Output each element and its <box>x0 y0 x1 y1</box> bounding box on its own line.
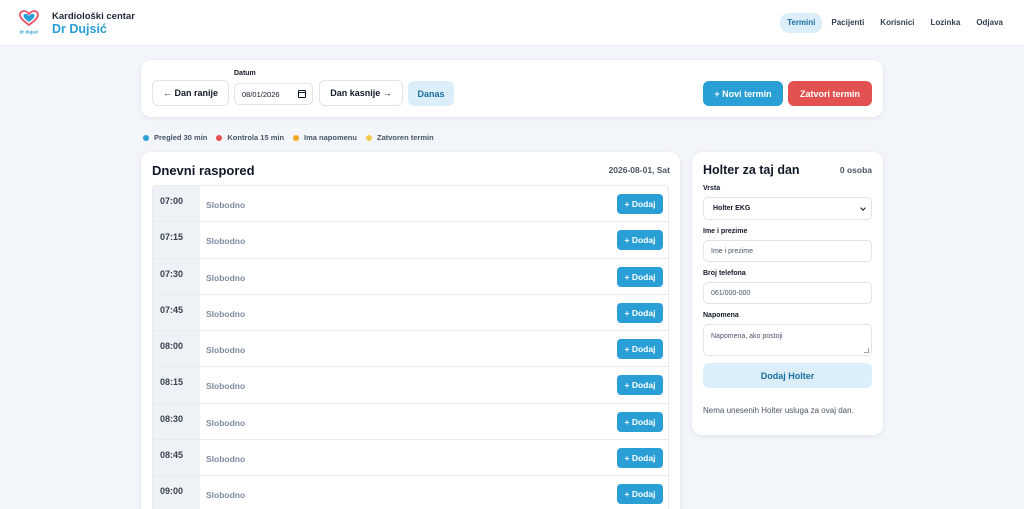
slot-status: Slobodno <box>206 381 246 392</box>
phone-placeholder: 061/000-000 <box>711 289 751 297</box>
slot-time: 08:45 <box>153 440 200 476</box>
slot-time: 07:30 <box>153 258 200 294</box>
slot-time: 08:30 <box>153 403 200 440</box>
date-value: 08/01/2026 <box>242 89 280 99</box>
holter-card: Holter za taj dan 0 osoba Vrsta Holter E… <box>692 152 883 435</box>
date-label: Datum <box>234 70 256 77</box>
slot-time: 09:00 <box>153 476 200 509</box>
date-input[interactable]: 08/01/2026 <box>234 83 313 105</box>
daily-schedule-card: Dnevni raspored 2026-08-01, Sat 07:00 Sl… <box>141 152 680 509</box>
add-slot-button[interactable]: + Dodaj <box>617 266 663 287</box>
time-slot: 08:30 Slobodno + Dodaj <box>153 403 668 441</box>
name-placeholder: Ime i prezime <box>711 247 754 255</box>
slot-status: Slobodno <box>206 454 246 465</box>
holter-empty-message: Nema unesenih Holter usluga za ovaj dan. <box>703 406 854 415</box>
nav-item-korisnici[interactable]: Korisnici <box>873 13 921 33</box>
legend: Pregled 30 min Kontrola 15 min Ima napom… <box>143 133 434 142</box>
name-label: Ime i prezime <box>703 228 748 235</box>
time-slot: 09:00 Slobodno + Dodaj <box>153 476 668 509</box>
legend-item: Zatvoren termin <box>365 133 434 142</box>
schedule-title: Dnevni raspored <box>152 163 255 178</box>
legend-item: Pregled 30 min <box>143 133 207 142</box>
name-input[interactable]: Ime i prezime <box>703 240 872 262</box>
slot-time: 07:15 <box>153 222 200 258</box>
legend-item: Ima napomenu <box>293 133 357 142</box>
slot-status: Slobodno <box>206 490 246 501</box>
holter-count: 0 osoba <box>839 165 872 175</box>
slot-time: 08:00 <box>153 331 200 367</box>
legend-label: Zatvoren termin <box>376 133 434 142</box>
nav-item-pacijenti[interactable]: Pacijenti <box>824 13 871 33</box>
nav-item-odjava[interactable]: Odjava <box>969 13 1010 33</box>
time-slot: 08:00 Slobodno + Dodaj <box>153 331 668 368</box>
time-slot: 07:15 Slobodno + Dodaj <box>153 222 668 259</box>
date-toolbar: ← Dan ranije Datum 08/01/2026 Dan kasnij… <box>141 60 883 117</box>
type-label: Vrsta <box>703 185 721 192</box>
holter-type-select[interactable]: Holter EKG <box>703 197 872 220</box>
brand-title: Dr Dujsić <box>52 22 107 36</box>
add-slot-button[interactable]: + Dodaj <box>617 339 663 360</box>
legend-label: Ima napomenu <box>304 133 357 142</box>
time-slot: 07:45 Slobodno + Dodaj <box>153 294 668 332</box>
slot-status: Slobodno <box>206 345 246 356</box>
add-slot-button[interactable]: + Dodaj <box>617 448 663 469</box>
legend-dot-icon <box>216 134 223 141</box>
brand: Kardiološki centar Dr Dujsić <box>52 11 135 36</box>
add-slot-button[interactable]: + Dodaj <box>617 484 663 505</box>
add-slot-button[interactable]: + Dodaj <box>617 302 663 323</box>
legend-item: Kontrola 15 min <box>216 133 284 142</box>
slot-status: Slobodno <box>206 236 246 247</box>
legend-dot-icon <box>143 134 149 141</box>
note-placeholder: Napomena, ako postoji <box>711 333 783 340</box>
close-appointment-button[interactable]: Zatvori termin <box>788 81 872 106</box>
logo-text: dr dujsić <box>20 30 39 35</box>
phone-input[interactable]: 061/000-000 <box>703 282 872 304</box>
calendar-icon[interactable] <box>298 90 306 98</box>
slot-time: 07:00 <box>153 186 200 222</box>
brand-subtitle: Kardiološki centar <box>52 11 135 22</box>
time-slot: 07:30 Slobodno + Dodaj <box>153 258 668 295</box>
time-slot: 08:45 Slobodno + Dodaj <box>153 440 668 477</box>
add-slot-button[interactable]: + Dodaj <box>617 411 663 432</box>
legend-dot-icon <box>365 134 372 141</box>
legend-label: Pregled 30 min <box>154 133 208 142</box>
time-slot: 08:15 Slobodno + Dodaj <box>153 367 668 404</box>
nav-item-lozinka[interactable]: Lozinka <box>924 13 968 33</box>
main-nav: Termini Pacijenti Korisnici Lozinka Odja… <box>780 13 1010 33</box>
new-appointment-button[interactable]: + Novi termin <box>703 81 783 106</box>
resize-grip-icon[interactable] <box>864 348 869 353</box>
holter-title: Holter za taj dan <box>703 163 800 177</box>
slot-time: 07:45 <box>153 294 200 331</box>
top-navbar: dr dujsić Kardiološki centar Dr Dujsić T… <box>0 0 1024 46</box>
slot-status: Slobodno <box>206 308 246 319</box>
slot-time: 08:15 <box>153 367 200 403</box>
add-slot-button[interactable]: + Dodaj <box>617 230 663 251</box>
heart-logo-icon[interactable]: dr dujsić <box>18 9 40 35</box>
chevron-down-icon <box>860 205 866 211</box>
holter-type-value: Holter EKG <box>713 205 751 212</box>
add-slot-button[interactable]: + Dodaj <box>617 194 663 214</box>
slot-status: Slobodno <box>206 417 246 428</box>
legend-dot-icon <box>293 134 300 141</box>
slot-status: Slobodno <box>206 272 246 283</box>
schedule-date: 2026-08-01, Sat <box>608 165 670 175</box>
note-label: Napomena <box>703 312 739 319</box>
note-textarea[interactable]: Napomena, ako postoji <box>703 324 872 356</box>
previous-day-button[interactable]: ← Dan ranije <box>152 80 229 106</box>
today-button[interactable]: Danas <box>408 81 454 106</box>
time-slot: 07:00 Slobodno + Dodaj <box>153 186 668 223</box>
add-holter-button[interactable]: Dodaj Holter <box>703 363 872 388</box>
phone-label: Broj telefona <box>703 270 746 277</box>
nav-item-termini[interactable]: Termini <box>780 13 823 33</box>
add-slot-button[interactable]: + Dodaj <box>617 375 663 396</box>
slot-list: 07:00 Slobodno + Dodaj 07:15 Slobodno + … <box>152 185 669 509</box>
next-day-button[interactable]: Dan kasnije → <box>319 80 403 106</box>
legend-label: Kontrola 15 min <box>227 133 285 142</box>
slot-status: Slobodno <box>206 200 246 210</box>
